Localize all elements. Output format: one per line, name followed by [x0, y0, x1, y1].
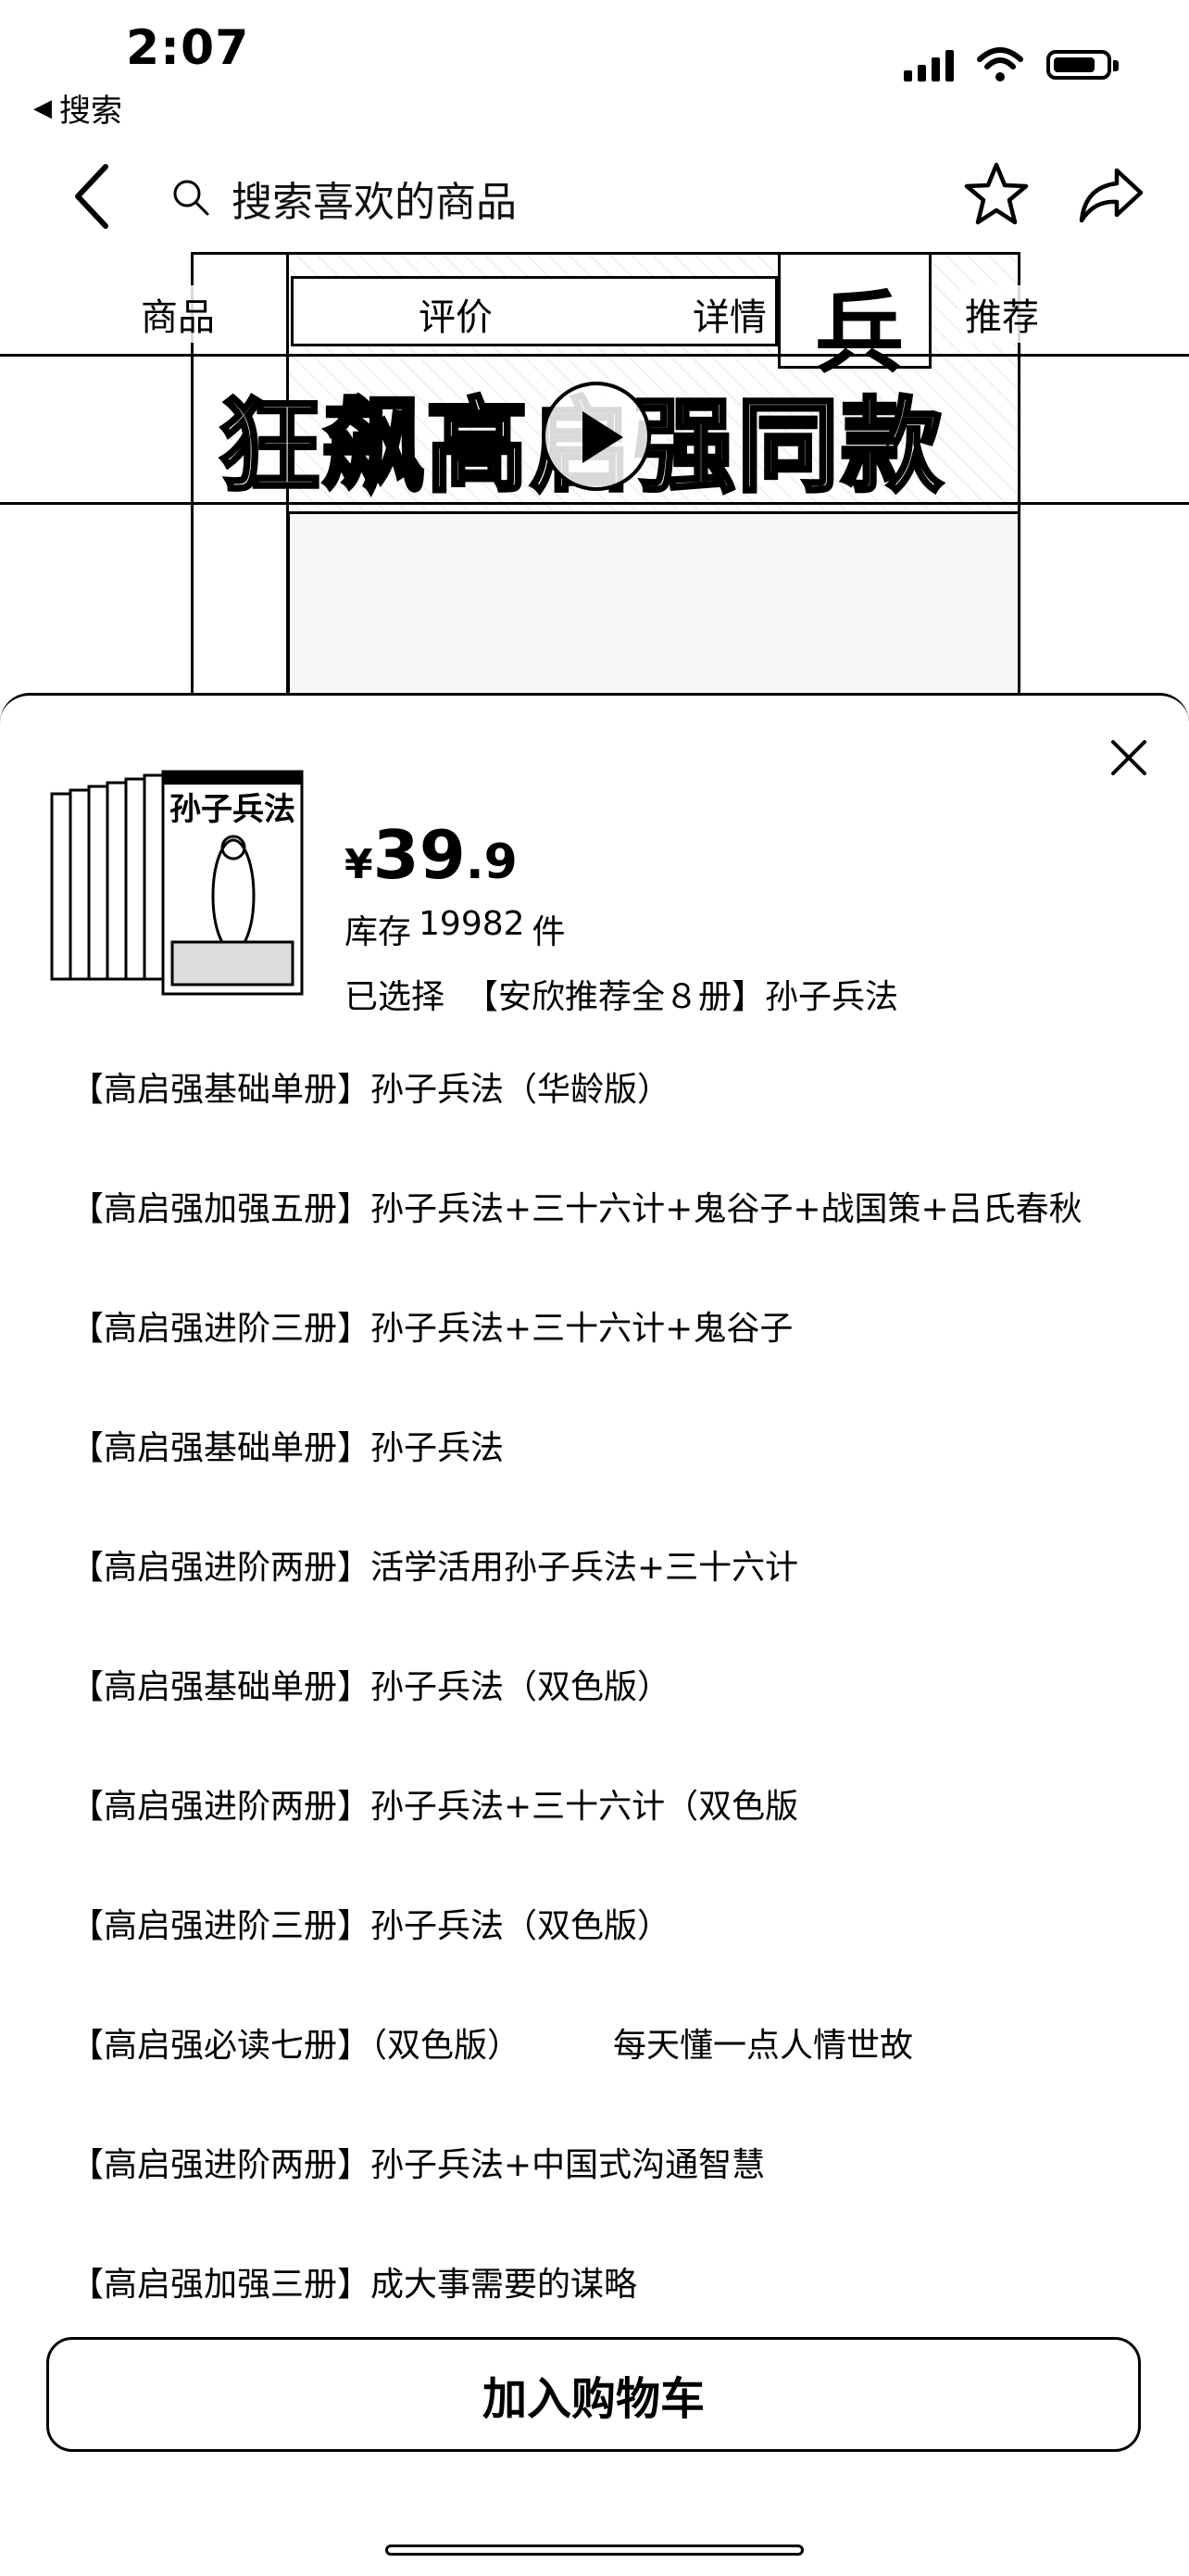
product-media-banner[interactable]: 兵 商品 评价 详情 推荐 狂飙高启强同款	[0, 243, 1189, 693]
search-icon	[173, 180, 209, 216]
variant-tag: 【高启强基础单册】	[70, 1429, 371, 1467]
product-tabs: 商品 评价 详情 推荐	[0, 280, 1189, 345]
variant-tag: 【高启强进阶两册】	[70, 1549, 371, 1587]
add-to-cart-button[interactable]: 加入购物车	[46, 2337, 1141, 2452]
share-icon[interactable]	[1074, 159, 1148, 232]
variant-name: 活学活用孙子兵法+三十六计	[370, 1549, 799, 1587]
back-to-app-link[interactable]: ◀ 搜索	[33, 85, 122, 131]
variant-name: 孙子兵法+三十六计（双色版	[370, 1788, 799, 1826]
price-currency: ¥	[344, 841, 373, 888]
price-integer: 39	[372, 816, 466, 894]
back-chevron-icon[interactable]	[65, 159, 120, 233]
variant-option[interactable]: 【高启强进阶两册】活学活用孙子兵法+三十六计	[70, 1540, 1083, 1660]
variant-tag: 【高启强进阶三册】	[70, 1310, 371, 1348]
selected-value: 【安欣推荐全８册】孙子兵法	[465, 978, 899, 1016]
variant-option[interactable]: 【高启强进阶两册】孙子兵法+三十六计（双色版	[70, 1779, 1083, 1899]
tab-reviews[interactable]: 评价	[413, 285, 498, 343]
play-icon[interactable]	[542, 382, 651, 491]
close-icon[interactable]	[1108, 736, 1150, 779]
variant-tag: 【高启强基础单册】	[70, 1668, 371, 1706]
variant-option[interactable]: 【高启强基础单册】孙子兵法（双色版）	[70, 1660, 1083, 1779]
variant-name: 孙子兵法（双色版）	[370, 1907, 671, 1945]
variant-tag: 【高启强加强三册】	[70, 2266, 371, 2304]
variant-tag: 【高启强基础单册】	[70, 1071, 371, 1109]
variant-option[interactable]: 【高启强加强五册】孙子兵法+三十六计+鬼谷子+战国策+吕氏春秋	[70, 1182, 1083, 1301]
stock-count: 19982	[419, 905, 525, 943]
signal-icon	[904, 48, 954, 82]
tab-details[interactable]: 详情	[687, 285, 772, 343]
variant-tag: 【高启强进阶两册】	[70, 1788, 371, 1826]
variant-list: 【高启强基础单册】孙子兵法（华龄版） 【高启强加强五册】孙子兵法+三十六计+鬼谷…	[70, 1062, 1083, 2377]
variant-option[interactable]: 【高启强进阶两册】孙子兵法+中国式沟通智慧	[70, 2138, 1083, 2257]
search-placeholder: 搜索喜欢的商品	[232, 179, 517, 226]
variant-name: 孙子兵法	[370, 1429, 505, 1467]
product-thumbnail[interactable]: 孙子兵法	[48, 766, 304, 998]
status-icons	[904, 46, 1119, 83]
book-cover-title: 孙子兵法	[169, 791, 295, 828]
variant-name: 孙子兵法（华龄版）	[370, 1071, 671, 1109]
tab-goods[interactable]: 商品	[135, 285, 220, 343]
tab-recommend[interactable]: 推荐	[959, 285, 1045, 343]
variant-option[interactable]: 【高启强基础单册】孙子兵法（华龄版）	[70, 1062, 1083, 1182]
price-decimal: .9	[465, 835, 518, 890]
variant-option[interactable]: 【高启强进阶三册】孙子兵法（双色版）	[70, 1899, 1083, 2018]
stock-label: 库存	[344, 913, 412, 951]
wifi-icon	[977, 47, 1023, 82]
variant-tag: 【高启强进阶两册】	[70, 2146, 371, 2184]
price: ¥ 39 .9	[344, 816, 518, 894]
variant-tag: 【高启强必读七册】	[70, 2027, 371, 2065]
cover-illustration	[287, 511, 1020, 693]
home-indicator[interactable]	[385, 2545, 804, 2556]
sku-selector-sheet: 孙子兵法 ¥ 39 .9 库存 19982 件 已选择 【安欣推荐全８册】孙子兵…	[0, 693, 1189, 2576]
back-app-label: 搜索	[59, 93, 122, 130]
variant-name: 孙子兵法（双色版）	[370, 1668, 671, 1706]
variant-extra: 每天懂一点人情世故	[613, 2027, 914, 2065]
stock-info: 库存 19982 件	[344, 905, 566, 953]
variant-option[interactable]: 【高启强进阶三册】孙子兵法+三十六计+鬼谷子	[70, 1301, 1083, 1421]
variant-option[interactable]: 【高启强必读七册】（双色版） 每天懂一点人情世故	[70, 2018, 1083, 2138]
variant-option[interactable]: 【高启强基础单册】孙子兵法	[70, 1421, 1083, 1540]
variant-name: 孙子兵法+三十六计+鬼谷子	[370, 1310, 794, 1348]
search-bar[interactable]: 搜索喜欢的商品	[170, 169, 517, 228]
divider	[0, 354, 1189, 357]
variant-tag: 【高启强进阶三册】	[70, 1907, 371, 1945]
back-triangle-icon: ◀	[33, 94, 52, 122]
selected-label: 已选择	[344, 978, 445, 1016]
variant-name: 孙子兵法+三十六计+鬼谷子+战国策+吕氏春秋	[370, 1190, 1083, 1228]
variant-name: （双色版）	[370, 2027, 521, 2065]
battery-icon	[1046, 50, 1119, 80]
stock-unit: 件	[532, 913, 566, 951]
status-time: 2:07	[126, 20, 250, 76]
variant-name: 成大事需要的谋略	[370, 2266, 638, 2304]
variant-name: 孙子兵法+中国式沟通智慧	[370, 2146, 766, 2184]
selected-variant: 已选择 【安欣推荐全８册】孙子兵法	[344, 970, 898, 1018]
star-icon[interactable]	[959, 157, 1033, 232]
variant-tag: 【高启强加强五册】	[70, 1190, 371, 1228]
